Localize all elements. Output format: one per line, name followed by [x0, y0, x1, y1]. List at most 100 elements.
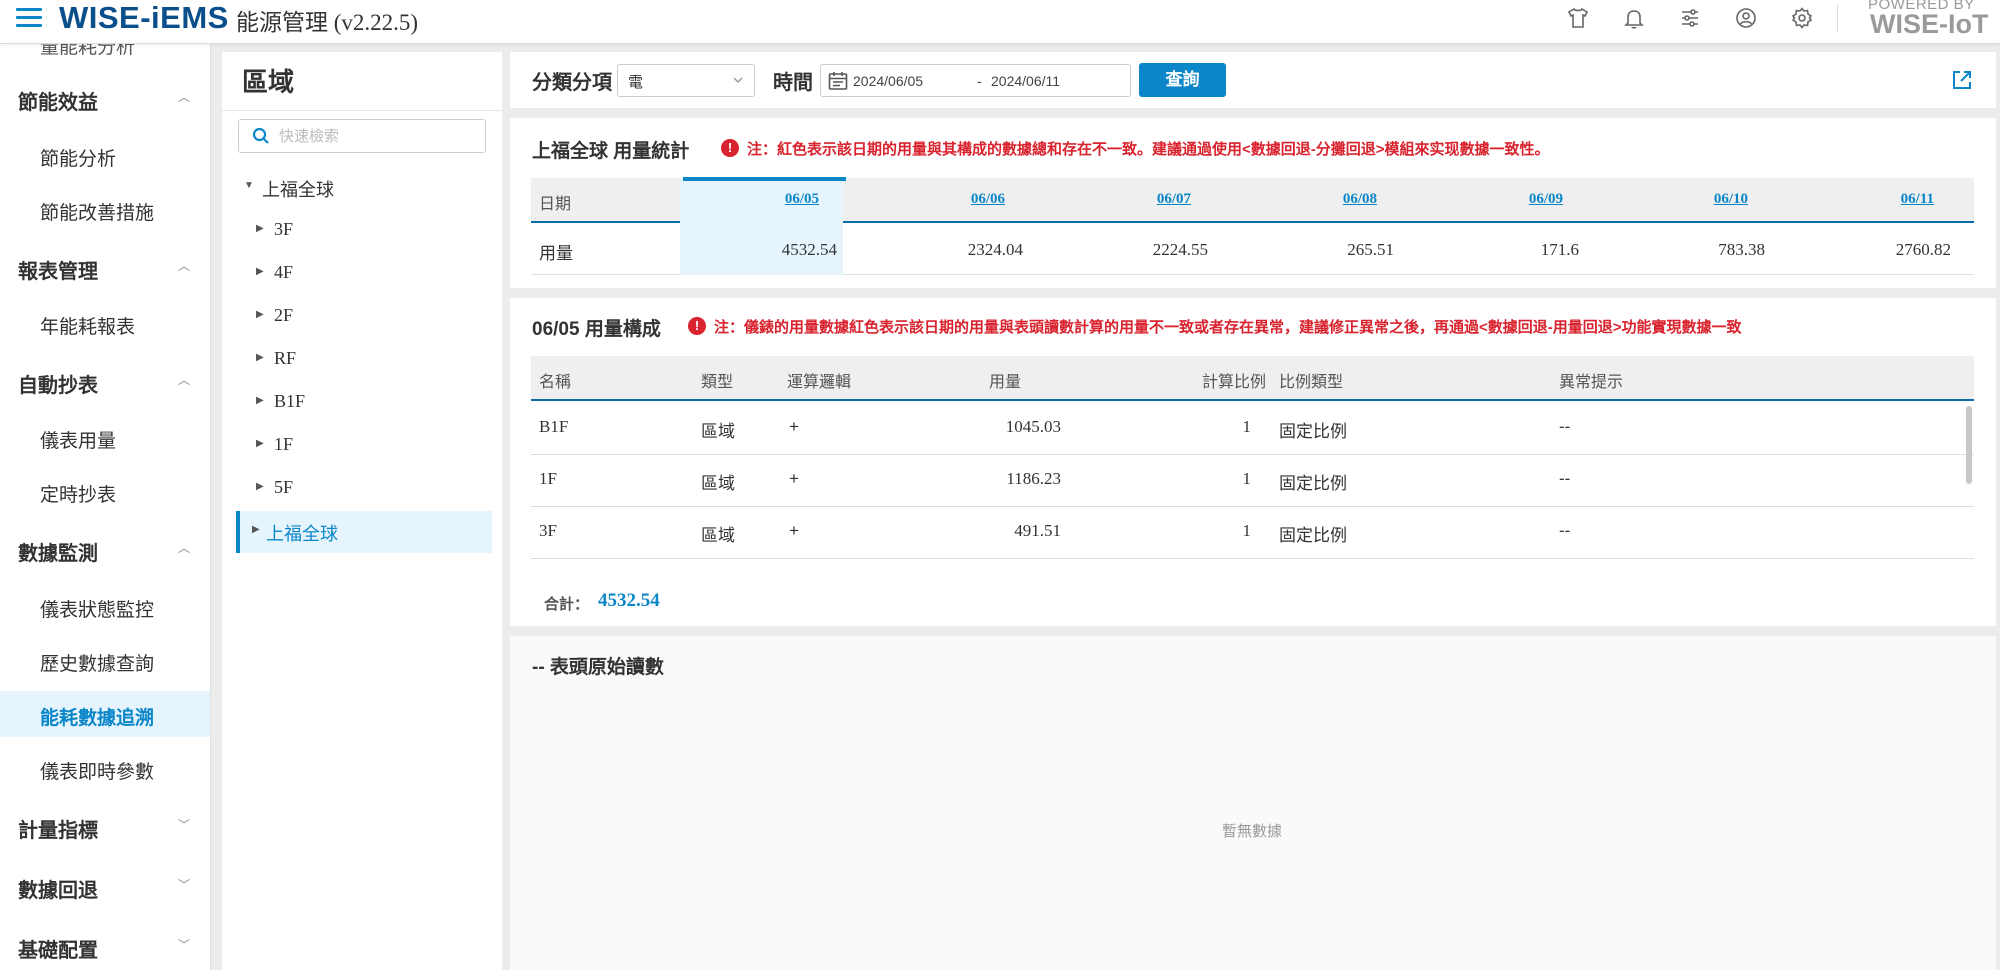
sidebar-group-reports[interactable]: 報表管理 ︿: [0, 247, 210, 287]
date-link-0605[interactable]: 06/05: [739, 191, 819, 208]
sidebar-group-data-monitoring[interactable]: 數據監測 ︿: [0, 529, 210, 569]
column-header-usage: 用量: [989, 374, 1022, 391]
date-link-0607[interactable]: 06/07: [1111, 191, 1191, 208]
column-header-type: 類型: [701, 374, 734, 391]
tree-node-label: 3F: [274, 219, 294, 239]
tree-node-3f[interactable]: ▶ 3F: [222, 210, 492, 250]
user-circle-icon[interactable]: [1734, 6, 1758, 30]
tree-node-selected[interactable]: ▶ 上福全球: [236, 511, 492, 553]
sidebar-item-meter-status[interactable]: 儀表狀態監控: [0, 583, 210, 629]
bell-icon[interactable]: [1622, 6, 1646, 30]
tree-search-input[interactable]: [279, 124, 479, 148]
shirt-icon[interactable]: [1566, 6, 1590, 30]
column-header-ratio-type: 比例類型: [1279, 374, 1344, 391]
start-date[interactable]: 2024/06/05: [853, 73, 923, 89]
caret-right-icon[interactable]: ▶: [256, 481, 264, 492]
tree-node-5f[interactable]: ▶ 5F: [222, 468, 492, 508]
caret-right-icon[interactable]: ▶: [256, 223, 264, 234]
cell-type: 區域: [701, 474, 735, 493]
table-row: 1F 區域 + 1186.23 1 固定比例 --: [531, 455, 1974, 507]
table-row: 3F 區域 + 491.51 1 固定比例 --: [531, 507, 1974, 559]
usage-value-0608: 265.51: [1347, 240, 1394, 259]
sidebar-item-energy-analysis[interactable]: 節能分析: [0, 132, 210, 178]
brand-logo: WISE-iEMS: [59, 0, 229, 35]
tree-node-label: 1F: [274, 434, 294, 454]
sidebar-group-basic-config[interactable]: 基礎配置 ﹀: [0, 926, 210, 966]
menu-icon[interactable]: [14, 3, 44, 33]
sidebar-item-history-query[interactable]: 歷史數據查詢: [0, 637, 210, 683]
sidebar-item-label: 年能耗報表: [40, 317, 136, 338]
sidebar-group-label: 節能效益: [18, 92, 98, 114]
table-header: 名稱 類型 運算邏輯 用量 計算比例 比例類型 異常提示: [531, 356, 1974, 401]
query-button[interactable]: 查詢: [1139, 63, 1226, 97]
caret-right-icon[interactable]: ▶: [256, 395, 264, 406]
chevron-up-icon: ︿: [178, 541, 191, 555]
sidebar: 量能耗分析 節能效益 ︿ 節能分析 節能改善措施 報表管理 ︿ 年能耗報表 自動…: [0, 44, 211, 970]
date-link-0611[interactable]: 06/11: [1854, 191, 1934, 208]
category-label: 分類分項: [532, 72, 612, 94]
cell-alert: --: [1559, 469, 1571, 488]
composition-table: 名稱 類型 運算邏輯 用量 計算比例 比例類型 異常提示 B1F 區域 + 10…: [531, 356, 1974, 578]
tree-title: 區域: [242, 67, 295, 97]
cell-name: 3F: [539, 521, 557, 540]
gear-icon[interactable]: [1790, 6, 1814, 30]
sidebar-group-metrics[interactable]: 計量指標 ﹀: [0, 806, 210, 846]
sidebar-item-meter-usage[interactable]: 儀表用量: [0, 414, 210, 460]
export-icon[interactable]: [1950, 68, 1974, 92]
sidebar-group-energy-saving[interactable]: 節能效益 ︿: [0, 78, 210, 118]
sidebar-item-annual-report[interactable]: 年能耗報表: [0, 300, 210, 346]
sidebar-group-label: 計量指標: [18, 820, 98, 842]
sidebar-group-label: 報表管理: [18, 261, 98, 283]
caret-down-icon[interactable]: ▼: [244, 180, 254, 191]
top-bar: WISE-iEMS 能源管理 (v2.22.5) POWERED BY WISE…: [0, 0, 2000, 44]
cell-alert: --: [1559, 417, 1571, 436]
chevron-up-icon: ︿: [178, 373, 191, 387]
sidebar-item-improvement[interactable]: 節能改善措施: [0, 186, 210, 232]
tree-node-rf[interactable]: ▶ RF: [222, 339, 492, 379]
tree-node-b1f[interactable]: ▶ B1F: [222, 382, 492, 422]
date-link-0610[interactable]: 06/10: [1668, 191, 1748, 208]
cell-ratio-type: 固定比例: [1279, 422, 1347, 441]
tree-node-1f[interactable]: ▶ 1F: [222, 425, 492, 465]
date-link-0608[interactable]: 06/08: [1297, 191, 1377, 208]
chevron-down-icon: ﹀: [178, 818, 191, 832]
tree-node-root[interactable]: ▼ 上福全球: [222, 167, 492, 207]
tree-node-label: 上福全球: [266, 524, 338, 544]
column-header-logic: 運算邏輯: [787, 374, 852, 391]
sidebar-item-cut[interactable]: 量能耗分析: [40, 44, 135, 59]
alert-icon: !: [688, 317, 706, 335]
search-icon: [251, 126, 271, 146]
sidebar-group-label: 自動抄表: [18, 375, 98, 397]
sidebar-item-energy-trace[interactable]: 能耗數據追溯: [0, 691, 210, 737]
tree-node-4f[interactable]: ▶ 4F: [222, 253, 492, 293]
date-link-0606[interactable]: 06/06: [925, 191, 1005, 208]
end-date[interactable]: 2024/06/11: [991, 73, 1060, 89]
sidebar-item-realtime-params[interactable]: 儀表即時參數: [0, 745, 210, 791]
cell-name: B1F: [539, 417, 569, 436]
tree-node-2f[interactable]: ▶ 2F: [222, 296, 492, 336]
sidebar-group-data-rollback[interactable]: 數據回退 ﹀: [0, 866, 210, 906]
caret-right-icon[interactable]: ▶: [256, 309, 264, 320]
sidebar-group-auto-reading[interactable]: 自動抄表 ︿: [0, 361, 210, 401]
caret-right-icon[interactable]: ▶: [256, 352, 264, 363]
caret-right-icon[interactable]: ▶: [256, 438, 264, 449]
sliders-icon[interactable]: [1678, 6, 1702, 30]
category-select[interactable]: 電: [617, 64, 755, 97]
caret-right-icon[interactable]: ▶: [256, 266, 264, 277]
date-range-picker[interactable]: 2024/06/05 - 2024/06/11: [820, 64, 1131, 97]
date-header: 日期: [539, 196, 572, 213]
cell-type: 區域: [701, 422, 735, 441]
cell-usage: 491.51: [1014, 521, 1061, 540]
powered-brand-logo: WISE-IoT: [1870, 9, 1989, 39]
usage-value-0606: 2324.04: [967, 240, 1023, 259]
table-scrollbar[interactable]: [1966, 406, 1972, 484]
tree-search-box: [238, 119, 486, 153]
date-link-0609[interactable]: 06/09: [1483, 191, 1563, 208]
caret-right-icon[interactable]: ▶: [252, 524, 260, 535]
sidebar-item-label: 儀表狀態監控: [40, 600, 155, 621]
sidebar-item-label: 能耗數據追溯: [40, 708, 155, 729]
sidebar-item-scheduled-reading[interactable]: 定時抄表: [0, 468, 210, 514]
alert-icon: !: [721, 139, 739, 157]
cell-logic: +: [789, 469, 799, 488]
sidebar-item-label: 定時抄表: [40, 485, 117, 506]
